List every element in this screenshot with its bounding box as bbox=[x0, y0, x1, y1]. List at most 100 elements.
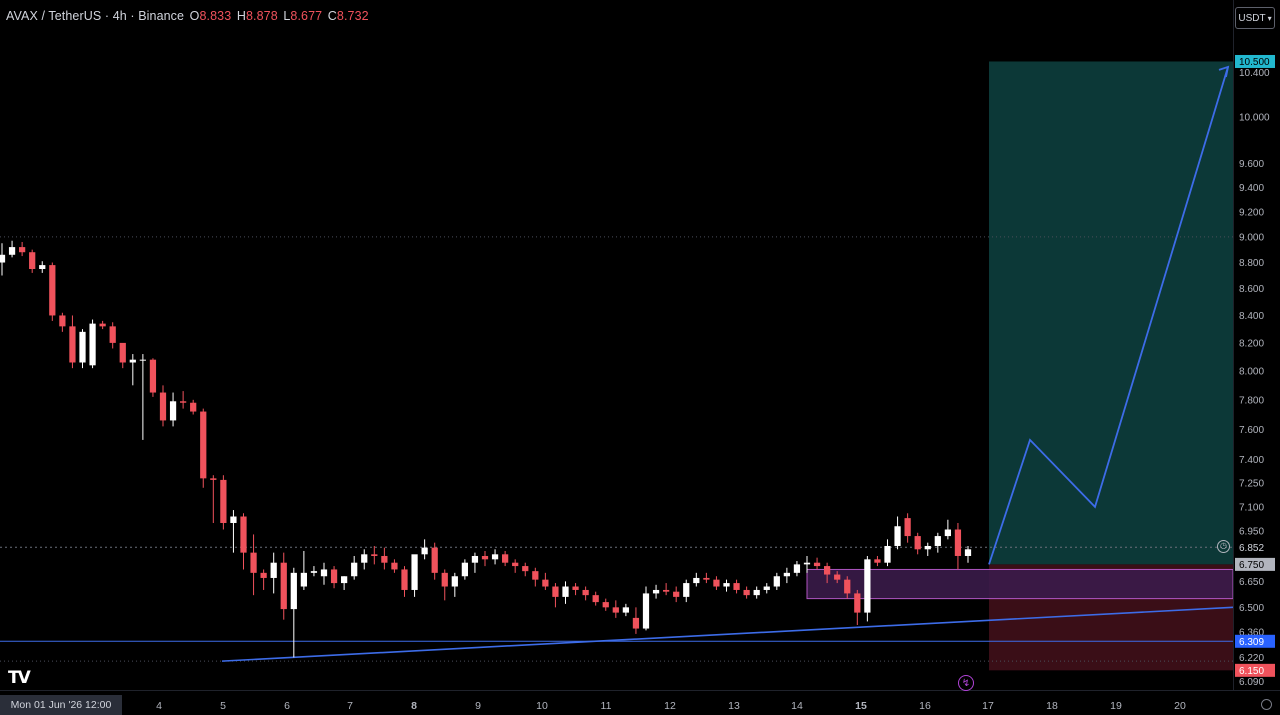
candle-body bbox=[19, 247, 26, 253]
candle-body bbox=[290, 572, 297, 610]
candle-body bbox=[924, 545, 931, 550]
x-tick-label: 7 bbox=[347, 700, 353, 712]
y-tick-label: 8.800 bbox=[1239, 258, 1264, 269]
candle-body bbox=[552, 586, 559, 597]
candle-body bbox=[361, 554, 368, 563]
candle-body bbox=[824, 566, 831, 575]
x-tick-label: 6 bbox=[284, 700, 290, 712]
alert-clock-icon[interactable]: ◷ bbox=[1217, 540, 1230, 553]
y-tick-label: 6.950 bbox=[1239, 527, 1264, 538]
candle-body bbox=[844, 579, 851, 594]
time-axis-bg bbox=[0, 690, 1280, 715]
candle-body bbox=[220, 479, 227, 523]
current-price-tag: 6.852 bbox=[1239, 543, 1264, 554]
candle-body bbox=[59, 315, 66, 327]
candle-body bbox=[89, 323, 96, 366]
open-label: O bbox=[189, 9, 200, 23]
candle-body bbox=[411, 554, 418, 590]
candle-body bbox=[612, 607, 619, 613]
y-tick-label: 8.400 bbox=[1239, 311, 1264, 322]
candle-body bbox=[29, 252, 36, 269]
candle-body bbox=[934, 536, 941, 546]
x-tick-label: 20 bbox=[1174, 700, 1186, 712]
candle-body bbox=[310, 571, 318, 573]
candle-body bbox=[180, 401, 187, 403]
chart-header: AVAX / TetherUS · 4h · Binance O8.833 H8… bbox=[6, 9, 369, 23]
y-tick-label: 10.400 bbox=[1239, 68, 1270, 79]
candle-body bbox=[49, 265, 56, 316]
x-tick-label: 17 bbox=[982, 700, 994, 712]
candle-body bbox=[481, 555, 489, 560]
y-tick-label: 8.600 bbox=[1239, 284, 1264, 295]
candle-body bbox=[371, 554, 378, 556]
candle-body bbox=[522, 566, 529, 572]
candle-body bbox=[351, 562, 358, 577]
candle-body bbox=[854, 593, 861, 613]
candle-body bbox=[250, 552, 257, 573]
candle-body bbox=[914, 536, 921, 550]
candle-body bbox=[401, 569, 408, 590]
y-tick-label: 9.200 bbox=[1239, 207, 1264, 218]
high-label: H bbox=[236, 9, 246, 23]
candle-body bbox=[280, 562, 287, 610]
candle-body bbox=[39, 265, 46, 269]
close-label: C bbox=[327, 9, 337, 23]
y-tick-label: 7.800 bbox=[1239, 395, 1264, 406]
high-value: 8.878 bbox=[246, 9, 278, 23]
x-tick-label: 4 bbox=[156, 700, 162, 712]
support-price-tag: 6.309 bbox=[1239, 637, 1264, 648]
candle-body bbox=[884, 545, 891, 563]
y-tick-label: 9.600 bbox=[1239, 159, 1264, 170]
cursor-date-label: Mon 01 Jun '26 12:00 bbox=[0, 695, 122, 715]
candle-body bbox=[753, 589, 760, 596]
candle-body bbox=[0, 254, 6, 263]
x-tick-label: 16 bbox=[919, 700, 931, 712]
candle-body bbox=[381, 555, 388, 563]
price-chart[interactable]: 10.400 10.000 9.600 9.400 9.200 9.000 8.800 8.6… bbox=[0, 0, 1280, 715]
candle-body bbox=[592, 595, 599, 603]
candle-body bbox=[773, 576, 780, 587]
candle-body bbox=[733, 583, 740, 590]
candle-body bbox=[300, 572, 307, 587]
target-price-tag: 10.500 bbox=[1239, 57, 1270, 68]
chart-root: 10.400 10.000 9.600 9.400 9.200 9.000 8.800 8.6… bbox=[0, 0, 1280, 715]
x-tick-label: 5 bbox=[220, 700, 226, 712]
low-value: 8.677 bbox=[290, 9, 323, 23]
candle-body bbox=[200, 411, 207, 479]
candle-body bbox=[683, 583, 690, 597]
candle-body bbox=[964, 549, 972, 556]
candle-body bbox=[421, 547, 428, 555]
stop-price-tag: 6.150 bbox=[1239, 666, 1264, 677]
currency-label: USDT bbox=[1238, 12, 1266, 24]
candle-body bbox=[159, 392, 167, 421]
candle-body bbox=[632, 617, 640, 629]
candle-body bbox=[431, 547, 438, 573]
x-tick-label: 13 bbox=[728, 700, 740, 712]
candle-body bbox=[793, 564, 801, 573]
entry-price-tag: 6.750 bbox=[1239, 560, 1264, 571]
symbol-label[interactable]: AVAX / TetherUS · 4h · Binance bbox=[6, 9, 184, 23]
candle-body bbox=[230, 516, 237, 523]
candle-body bbox=[542, 579, 549, 587]
y-tick-label: 10.000 bbox=[1239, 113, 1270, 124]
settings-icon[interactable] bbox=[1261, 699, 1272, 710]
x-tick-label: 15 bbox=[855, 700, 867, 712]
currency-dropdown[interactable]: USDT ▾ bbox=[1235, 7, 1275, 29]
candle-body bbox=[391, 562, 398, 570]
x-tick-label: 8 bbox=[411, 700, 417, 712]
candle-body bbox=[169, 401, 177, 421]
y-tick-label: 6.090 bbox=[1239, 677, 1264, 688]
candle-body bbox=[954, 529, 962, 556]
range-box bbox=[806, 568, 1234, 600]
candle-body bbox=[240, 516, 247, 553]
y-tick-label: 6.220 bbox=[1239, 653, 1264, 664]
bolt-icon[interactable]: ↯ bbox=[958, 675, 974, 691]
x-tick-label: 11 bbox=[601, 700, 612, 712]
candle-body bbox=[642, 593, 650, 629]
candle-body bbox=[109, 326, 116, 343]
candle-body bbox=[703, 577, 710, 580]
x-tick-label: 12 bbox=[664, 700, 676, 712]
tradingview-logo[interactable]: TV bbox=[8, 668, 31, 688]
x-tick-label: 10 bbox=[536, 700, 548, 712]
y-tick-label: 7.250 bbox=[1239, 479, 1264, 490]
